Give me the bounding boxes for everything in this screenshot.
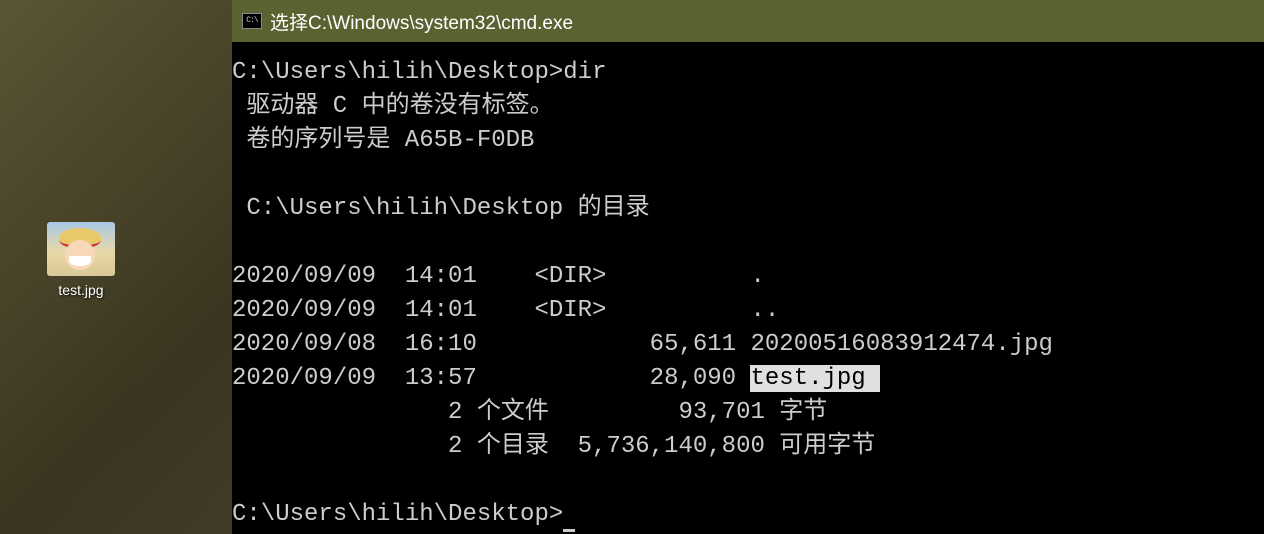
blank-line bbox=[232, 226, 1264, 260]
desktop-area[interactable]: test.jpg bbox=[0, 0, 232, 534]
window-title: 选择C:\Windows\system32\cmd.exe bbox=[270, 8, 573, 35]
desktop-file-icon[interactable]: test.jpg bbox=[36, 222, 126, 298]
cmd-icon: C:\ bbox=[242, 13, 262, 29]
summary-line: 2 个文件 93,701 字节 bbox=[232, 396, 1264, 430]
selected-text[interactable]: test.jpg bbox=[750, 365, 880, 392]
dir-entry: 2020/09/08 16:10 65,611 2020051608391247… bbox=[232, 328, 1264, 362]
prompt: C:\Users\hilih\Desktop> bbox=[232, 501, 563, 528]
terminal-body[interactable]: C:\Users\hilih\Desktop>dir 驱动器 C 中的卷没有标签… bbox=[232, 42, 1264, 534]
file-thumbnail bbox=[47, 222, 115, 276]
file-label: test.jpg bbox=[58, 282, 103, 298]
blank-line bbox=[232, 464, 1264, 498]
output-line: 驱动器 C 中的卷没有标签。 bbox=[232, 90, 1264, 124]
dir-entry: 2020/09/09 14:01 <DIR> .. bbox=[232, 294, 1264, 328]
prompt-line: C:\Users\hilih\Desktop>dir bbox=[232, 56, 1264, 90]
dir-entry-prefix: 2020/09/09 13:57 28,090 bbox=[232, 365, 750, 392]
cursor bbox=[563, 508, 575, 532]
cmd-window: C:\ 选择C:\Windows\system32\cmd.exe C:\Use… bbox=[232, 0, 1264, 534]
summary-line: 2 个目录 5,736,140,800 可用字节 bbox=[232, 430, 1264, 464]
title-bar[interactable]: C:\ 选择C:\Windows\system32\cmd.exe bbox=[232, 0, 1264, 42]
dir-entry: 2020/09/09 14:01 <DIR> . bbox=[232, 260, 1264, 294]
blank-line bbox=[232, 158, 1264, 192]
dir-entry: 2020/09/09 13:57 28,090 test.jpg bbox=[232, 362, 1264, 396]
output-line: 卷的序列号是 A65B-F0DB bbox=[232, 124, 1264, 158]
prompt-line: C:\Users\hilih\Desktop> bbox=[232, 498, 1264, 532]
command: dir bbox=[563, 59, 606, 86]
output-line: C:\Users\hilih\Desktop 的目录 bbox=[232, 192, 1264, 226]
prompt: C:\Users\hilih\Desktop> bbox=[232, 59, 563, 86]
